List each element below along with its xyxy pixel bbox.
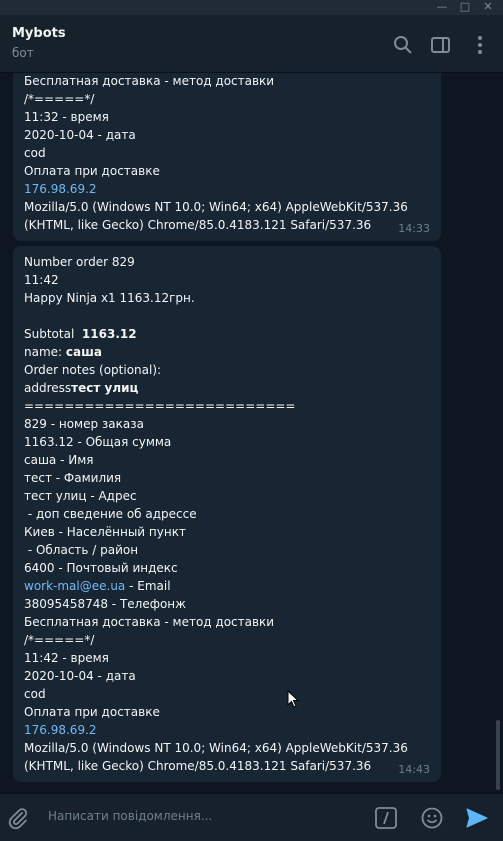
message-line: тест улиц - Адрес [24, 489, 137, 503]
message-line: 11:32 - время [24, 110, 109, 124]
maximize-button[interactable]: □ [454, 0, 476, 15]
close-window-button[interactable]: ✕ [477, 0, 499, 15]
name-value: саша [65, 345, 102, 359]
send-icon[interactable] [465, 806, 489, 830]
name-label: name: [24, 345, 63, 359]
message-bubble[interactable]: Number order 829 11:42 Happy Ninja x1 11… [13, 246, 441, 782]
email-label: - Email [125, 579, 171, 593]
message-line [24, 307, 430, 325]
ip-link[interactable]: 176.98.69.2 [24, 180, 430, 198]
attach-icon[interactable] [6, 806, 30, 830]
message-line: Order notes (optional): [24, 363, 162, 377]
message-line: Оплата при доставке [24, 164, 160, 178]
message-line: 38095458748 - Телефонж [24, 597, 186, 611]
search-icon[interactable] [392, 34, 414, 56]
bot-command-icon[interactable] [374, 806, 398, 830]
address-value: тест улиц [71, 381, 139, 395]
ip-link[interactable]: 176.98.69.2 [24, 721, 430, 739]
message-line: cod [24, 146, 46, 160]
message-line: 11:42 [24, 273, 59, 287]
message-line: 11:42 - время [24, 651, 109, 665]
message-line: саша - Имя [24, 453, 94, 467]
message-line: /*=====*/ [24, 633, 95, 647]
message-line: name: саша [24, 343, 430, 361]
message-line: Mozilla/5.0 (Windows NT 10.0; Win64; x64… [24, 741, 408, 755]
message-line: work-mal@ee.ua - Email [24, 577, 430, 595]
emoji-icon[interactable] [420, 806, 444, 830]
message-input[interactable]: Написати повідомлення... [48, 809, 212, 823]
sidebar-toggle-icon[interactable] [430, 34, 452, 56]
message-line: 6400 - Почтовый индекс [24, 561, 178, 575]
message-line: Киев - Населённый пункт [24, 525, 186, 539]
message-line: (KHTML, like Gecko) Chrome/85.0.4183.121… [24, 218, 372, 232]
subtotal-value: 1163.12 [81, 327, 137, 341]
message-line: 829 - номер заказа [24, 417, 144, 431]
message-line: Mozilla/5.0 (Windows NT 10.0; Win64; x64… [24, 200, 408, 214]
message-line: Бесплатная доставка - метод доставки [24, 615, 275, 629]
message-composer: Написати повідомлення... [0, 793, 503, 841]
message-line: - Область / район [24, 543, 139, 557]
chat-title[interactable]: Mybots [12, 26, 66, 41]
message-time: 14:43 [398, 763, 430, 776]
message-line: =========================== [24, 399, 296, 413]
chat-header: Mybots бот [0, 15, 503, 73]
message-line: - доп сведение об адрессе [24, 507, 197, 521]
message-bubble[interactable]: Бесплатная доставка - метод доставки /*=… [13, 73, 441, 241]
mouse-cursor-icon [287, 689, 300, 712]
email-link[interactable]: work-mal@ee.ua [24, 579, 125, 593]
more-vertical-icon[interactable] [469, 34, 491, 56]
scrollbar[interactable] [496, 720, 500, 790]
minimize-button[interactable]: — [431, 0, 453, 15]
message-line: Happy Ninja x1 1163.12грн. [24, 291, 195, 305]
message-time: 14:33 [398, 222, 430, 235]
message-line: 2020-10-04 - дата [24, 128, 136, 142]
message-line: /*=====*/ [24, 92, 95, 106]
message-line: Оплата при доставке [24, 705, 160, 719]
message-line: cod [24, 687, 46, 701]
message-line: Бесплатная доставка - метод доставки [24, 74, 275, 88]
subtotal-label: Subtotal [24, 327, 75, 341]
message-line: addressтест улиц [24, 379, 430, 397]
message-line: Subtotal 1163.12 [24, 325, 430, 343]
message-line: Number order 829 [24, 255, 135, 269]
chat-subtitle: бот [12, 46, 34, 60]
message-line: 2020-10-04 - дата [24, 669, 136, 683]
message-list[interactable]: Бесплатная доставка - метод доставки /*=… [0, 73, 503, 793]
window-titlebar: — □ ✕ [0, 0, 503, 15]
message-line: (KHTML, like Gecko) Chrome/85.0.4183.121… [24, 759, 372, 773]
message-line: 1163.12 - Общая сумма [24, 435, 172, 449]
address-label: address [24, 381, 72, 395]
message-line: тест - Фамилия [24, 471, 122, 485]
